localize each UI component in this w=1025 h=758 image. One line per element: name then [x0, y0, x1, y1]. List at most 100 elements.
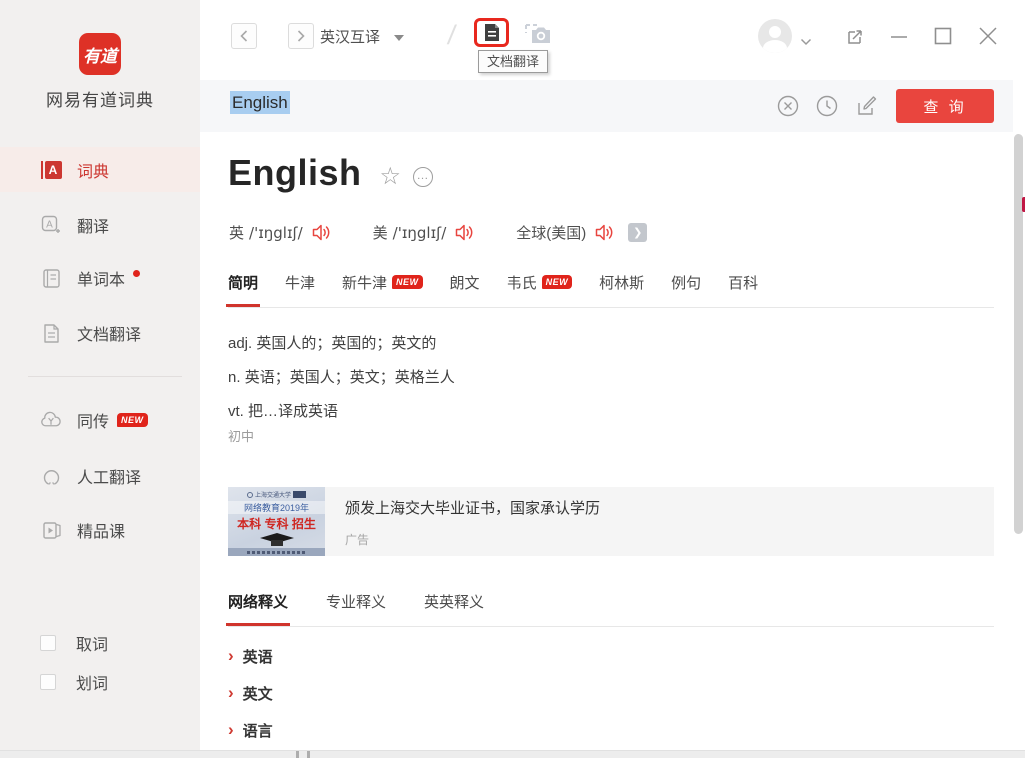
sidebar-item-label: 翻译 — [77, 213, 109, 237]
ad-title: 颁发上海交大毕业证书，国家承认学历 — [345, 497, 600, 518]
speaker-icon[interactable] — [455, 224, 474, 241]
svg-text:A: A — [46, 219, 53, 230]
chevron-right-icon: › — [228, 683, 234, 703]
back-button[interactable] — [231, 23, 257, 49]
speaker-icon[interactable] — [312, 224, 331, 241]
tab-baike[interactable]: 百科 — [728, 272, 758, 307]
pos-label: n. — [228, 369, 241, 386]
tab-professional-definitions[interactable]: 专业释义 — [326, 591, 386, 626]
cloud-interpret-icon — [40, 409, 62, 431]
minimize-button[interactable] — [888, 25, 910, 47]
tooltip: 文档翻译 — [478, 50, 548, 73]
screenshot-ocr-button[interactable] — [525, 20, 553, 48]
definition-line: vt. 把…译成英语 — [228, 400, 338, 421]
ad-image: 上海交通大学 网络教育2019年 本科 专科 招生 — [228, 487, 325, 556]
chevron-down-icon — [394, 35, 404, 41]
search-input[interactable]: English — [230, 93, 290, 113]
youdao-logo: 有道 — [79, 33, 121, 75]
pronunciation-uk: 英/'ɪŋglɪʃ/ — [229, 222, 331, 243]
toolbar: 英汉互译 / 文档翻译 — [200, 0, 1025, 80]
toggle-word-capture[interactable]: 取词 — [40, 631, 108, 655]
sense-expand-item[interactable]: › 英文 — [228, 683, 273, 704]
new-badge: NEW — [117, 413, 148, 427]
human-translate-icon — [40, 465, 62, 487]
sidebar-item-interpretation[interactable]: 同传 NEW — [0, 398, 200, 442]
toolbar-separator: / — [446, 20, 458, 51]
ad-phone-strip — [228, 548, 325, 556]
checkbox-icon[interactable] — [40, 635, 56, 651]
dictionary-tabs: 简明 牛津 新牛津NEW 朗文 韦氏NEW 柯林斯 例句 百科 — [228, 268, 994, 308]
level-tag: 初中 — [228, 426, 254, 445]
graduation-cap-icon — [228, 533, 325, 548]
favorite-star-icon[interactable]: ☆ — [380, 162, 402, 191]
sidebar-item-label: 人工翻译 — [77, 464, 141, 488]
camera-icon — [525, 20, 553, 48]
avatar[interactable] — [758, 19, 792, 53]
clear-icon[interactable] — [777, 95, 799, 117]
tab-web-definitions[interactable]: 网络释义 — [228, 591, 288, 626]
search-bar: English 查 询 — [200, 80, 1013, 132]
result-panel: English ☆ … 英/'ɪŋglɪʃ/ 美/'ɪŋglɪʃ/ 全球(美国) — [200, 132, 1013, 750]
app-title: 网易有道词典 — [0, 86, 200, 111]
pos-label: vt. — [228, 403, 244, 420]
chevron-right-icon: › — [228, 646, 234, 666]
feedback-edit-icon[interactable] — [856, 95, 878, 117]
wordbook-icon — [40, 267, 62, 289]
language-mode-dropdown[interactable]: 英汉互译 — [320, 26, 404, 47]
search-button[interactable]: 查 询 — [896, 89, 994, 123]
new-badge: NEW — [392, 275, 423, 289]
forward-button[interactable] — [288, 23, 314, 49]
doc-translate-icon — [40, 322, 62, 344]
sidebar-item-label: 同传 — [77, 408, 109, 432]
toggle-label: 划词 — [76, 670, 108, 694]
doc-translate-button-highlighted[interactable] — [474, 18, 509, 47]
sidebar-item-label: 词典 — [77, 158, 109, 182]
pronunciation-global: 全球(美国) ❯ — [516, 222, 619, 243]
chevron-right-icon[interactable]: ❯ — [628, 223, 647, 242]
university-logo-icon — [247, 492, 253, 498]
sidebar-item-courses[interactable]: 精品课 — [0, 508, 200, 552]
sidebar-item-translate[interactable]: A 翻译 — [0, 203, 200, 247]
tab-collins[interactable]: 柯林斯 — [599, 272, 644, 307]
close-button[interactable] — [977, 25, 999, 47]
checkbox-icon[interactable] — [40, 674, 56, 690]
notification-dot — [133, 270, 140, 277]
ad-tag: 广告 — [345, 531, 600, 548]
sidebar-item-label: 单词本 — [77, 266, 125, 290]
sidebar: 有道 网易有道词典 A 词典 A 翻译 单词本 文档翻译 — [0, 0, 200, 758]
tab-english-definitions[interactable]: 英英释义 — [424, 591, 484, 626]
account-chevron-down-icon[interactable] — [800, 33, 812, 51]
tab-longman[interactable]: 朗文 — [450, 272, 480, 307]
sidebar-item-wordbook[interactable]: 单词本 — [0, 256, 200, 300]
search-query-selected-text: English — [230, 91, 290, 114]
sense-expand-item[interactable]: › 语言 — [228, 720, 273, 741]
mini-window-button[interactable] — [845, 25, 867, 47]
vertical-scrollbar-thumb[interactable] — [1014, 134, 1023, 534]
sense-tabs: 网络释义 专业释义 英英释义 — [228, 582, 994, 627]
history-icon[interactable] — [816, 95, 838, 117]
toggle-word-select[interactable]: 划词 — [40, 670, 108, 694]
maximize-button[interactable] — [932, 25, 954, 47]
sense-expand-item[interactable]: › 英语 — [228, 646, 273, 667]
sidebar-divider — [28, 376, 182, 377]
sidebar-item-label: 文档翻译 — [77, 321, 141, 345]
definition-line: adj. 英国人的；英国的；英文的 — [228, 332, 436, 353]
tab-examples[interactable]: 例句 — [671, 272, 701, 307]
dictionary-icon: A — [40, 159, 62, 181]
speaker-icon[interactable] — [595, 224, 614, 241]
tab-concise[interactable]: 简明 — [228, 272, 258, 307]
sidebar-item-dictionary[interactable]: A 词典 — [0, 147, 200, 192]
horizontal-scrollbar[interactable] — [0, 750, 1025, 758]
sidebar-item-human-translate[interactable]: 人工翻译 — [0, 454, 200, 498]
app-window: 有道 网易有道词典 A 词典 A 翻译 单词本 文档翻译 — [0, 0, 1025, 758]
pos-label: adj. — [228, 335, 252, 352]
tab-webster[interactable]: 韦氏NEW — [507, 272, 573, 307]
tab-oxford[interactable]: 牛津 — [285, 272, 315, 307]
pronunciation-row: 英/'ɪŋglɪʃ/ 美/'ɪŋglɪʃ/ 全球(美国) ❯ — [229, 222, 661, 243]
more-options-icon[interactable]: … — [413, 167, 433, 187]
ad-banner[interactable]: 上海交通大学 网络教育2019年 本科 专科 招生 颁发上海交大毕业证书，国家承… — [228, 487, 994, 556]
sidebar-item-doc-translate[interactable]: 文档翻译 — [0, 311, 200, 355]
tab-new-oxford[interactable]: 新牛津NEW — [342, 272, 423, 307]
translate-icon: A — [40, 214, 62, 236]
course-play-icon — [40, 519, 62, 541]
